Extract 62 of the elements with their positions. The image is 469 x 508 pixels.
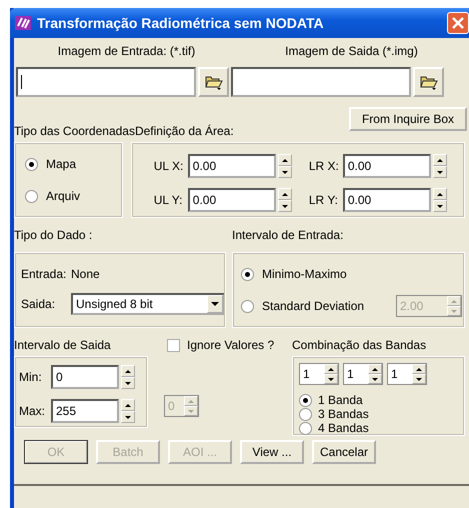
- spin-field[interactable]: 1: [299, 363, 339, 385]
- radio-button[interactable]: [25, 190, 38, 202]
- browse-button[interactable]: [413, 67, 444, 97]
- field-label: Min:: [19, 370, 43, 384]
- radio-label: 4 Bandas: [318, 421, 369, 435]
- field-label: UL X:: [154, 159, 184, 173]
- spin-control[interactable]: [432, 154, 447, 178]
- number-field[interactable]: 0.00: [188, 188, 276, 212]
- dropdown[interactable]: Unsigned 8 bit: [71, 293, 225, 315]
- radio-button[interactable]: [299, 422, 312, 434]
- section-label: Intervalo de Entrada:: [232, 228, 344, 242]
- field-label: Entrada:: [21, 267, 68, 281]
- spin-field[interactable]: 1: [343, 363, 383, 385]
- radio-button[interactable]: [299, 408, 312, 420]
- radio-label: Mapa: [46, 157, 78, 171]
- app-icon: [14, 14, 32, 32]
- field-label: Imagem de Saida (*.img): [284, 44, 419, 58]
- section-label: Combinação das Bandas: [292, 338, 428, 352]
- radio-label: Arquiv: [46, 189, 82, 203]
- field-label: Imagem de Entrada: (*.tif): [56, 44, 196, 58]
- dialog-button[interactable]: Cancelar: [312, 440, 376, 464]
- radio-button[interactable]: [25, 158, 38, 170]
- input-field[interactable]: [16, 67, 196, 97]
- field-value: None: [71, 267, 100, 281]
- number-field[interactable]: 0.00: [342, 188, 431, 212]
- field-label: Max:: [19, 404, 46, 418]
- radio-button[interactable]: [241, 268, 254, 280]
- field-label: Saida:: [21, 297, 56, 311]
- close-icon: [451, 16, 465, 30]
- field-label: LR Y:: [308, 193, 340, 207]
- spin-control[interactable]: [432, 188, 447, 212]
- spin-control[interactable]: [121, 399, 135, 423]
- number-field[interactable]: 0.00: [188, 154, 276, 178]
- radio-button[interactable]: [241, 300, 254, 312]
- checkbox-label: Ignore Valores ?: [187, 338, 274, 352]
- radio-label: Minimo-Maximo: [262, 267, 347, 281]
- radio-label: 3 Bandas: [318, 407, 369, 421]
- number-field[interactable]: 0.00: [342, 154, 431, 178]
- field-label: LR X:: [308, 159, 340, 173]
- number-field[interactable]: 0: [51, 365, 119, 389]
- radio-button[interactable]: [299, 394, 312, 406]
- section-label: Tipo das Coordenadas: [14, 124, 135, 138]
- section-label: Definição da Área:: [134, 124, 234, 138]
- from-inquire-box-button[interactable]: From Inquire Box: [349, 107, 467, 131]
- folder-icon: [420, 74, 438, 90]
- section-label: Intervalo de Saida: [14, 338, 112, 352]
- caret-icon: [211, 302, 219, 306]
- close-button[interactable]: [447, 12, 469, 34]
- radio-label: 1 Banda: [318, 393, 363, 407]
- radio-label: Standard Deviation: [262, 299, 364, 313]
- input-field[interactable]: [231, 67, 411, 97]
- spin-control[interactable]: [278, 154, 292, 178]
- spin-control[interactable]: [121, 365, 135, 389]
- field-label: UL Y:: [154, 193, 184, 207]
- spin-field[interactable]: 1: [387, 363, 427, 385]
- spin-control[interactable]: [278, 188, 292, 212]
- dialog-button[interactable]: View ...: [240, 440, 304, 464]
- browse-button[interactable]: [198, 67, 229, 97]
- section-label: Tipo do Dado :: [14, 228, 94, 242]
- window-title: Transformação Radiométrica sem NODATA: [37, 15, 325, 31]
- number-field[interactable]: 255: [51, 399, 119, 423]
- folder-icon: [204, 74, 222, 90]
